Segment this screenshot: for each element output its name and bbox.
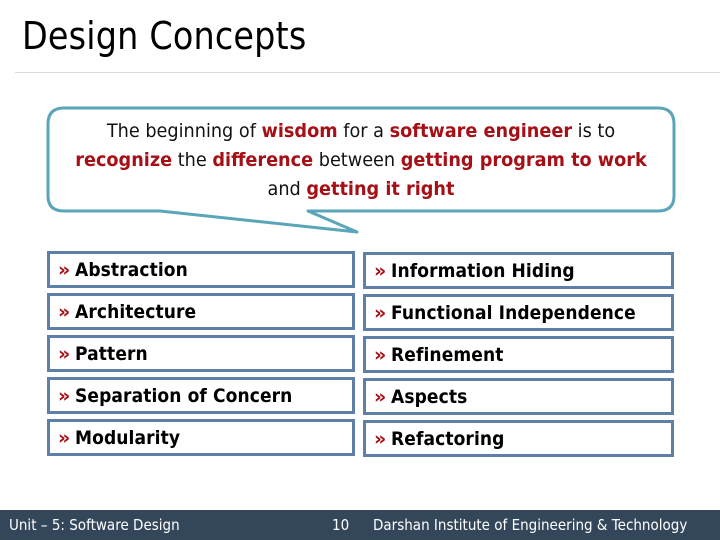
- concept-separation-of-concern: » Separation of Concern: [47, 377, 355, 414]
- footer-page-number: 10: [332, 516, 350, 534]
- bullet-chevron-icon: »: [58, 342, 71, 365]
- bullet-chevron-icon: »: [374, 427, 387, 450]
- concept-label: Functional Independence: [391, 301, 637, 324]
- quote-segment: and: [267, 178, 307, 200]
- concept-label: Abstraction: [75, 258, 189, 281]
- concept-modularity: » Modularity: [47, 419, 355, 456]
- quote-highlight-difference: difference: [212, 149, 314, 171]
- bullet-chevron-icon: »: [374, 385, 387, 408]
- footer-unit: Unit – 5: Software Design: [9, 516, 180, 534]
- quote-segment: between: [313, 149, 401, 171]
- bullet-chevron-icon: »: [58, 384, 71, 407]
- concept-label: Architecture: [75, 300, 197, 323]
- concept-aspects: » Aspects: [363, 378, 674, 415]
- concept-functional-independence: » Functional Independence: [363, 294, 674, 331]
- quote-segment: is to: [572, 120, 616, 142]
- concept-pattern: » Pattern: [47, 335, 355, 372]
- concept-label: Aspects: [391, 385, 468, 408]
- quote-text: The beginning of wisdom for a software e…: [74, 117, 649, 204]
- quote-highlight-getting-program-to-work: getting program to work: [400, 149, 647, 171]
- concept-label: Pattern: [75, 342, 149, 365]
- concept-label: Information Hiding: [391, 259, 576, 282]
- concept-label: Refinement: [391, 343, 504, 366]
- concept-abstraction: » Abstraction: [47, 251, 355, 288]
- concept-label: Modularity: [75, 426, 181, 449]
- bullet-chevron-icon: »: [374, 259, 387, 282]
- bullet-chevron-icon: »: [374, 343, 387, 366]
- quote-segment: the: [172, 149, 213, 171]
- quote-highlight-wisdom: wisdom: [261, 120, 338, 142]
- concept-label: Refactoring: [391, 427, 505, 450]
- quote-highlight-getting-it-right: getting it right: [306, 178, 455, 200]
- quote-highlight-recognize: recognize: [75, 149, 173, 171]
- quote-segment: for a: [337, 120, 390, 142]
- concept-refactoring: » Refactoring: [363, 420, 674, 457]
- slide-footer: Unit – 5: Software Design 10 Darshan Ins…: [0, 510, 720, 540]
- concept-information-hiding: » Information Hiding: [363, 252, 674, 289]
- quote-segment: The beginning of: [106, 120, 262, 142]
- bullet-chevron-icon: »: [58, 258, 71, 281]
- bullet-chevron-icon: »: [374, 301, 387, 324]
- quote-highlight-software-engineer: software engineer: [389, 120, 573, 142]
- bullet-chevron-icon: »: [58, 300, 71, 323]
- footer-institute: Darshan Institute of Engineering & Techn…: [373, 516, 688, 534]
- concept-label: Separation of Concern: [75, 384, 293, 407]
- bullet-chevron-icon: »: [58, 426, 71, 449]
- concept-architecture: » Architecture: [47, 293, 355, 330]
- concept-refinement: » Refinement: [363, 336, 674, 373]
